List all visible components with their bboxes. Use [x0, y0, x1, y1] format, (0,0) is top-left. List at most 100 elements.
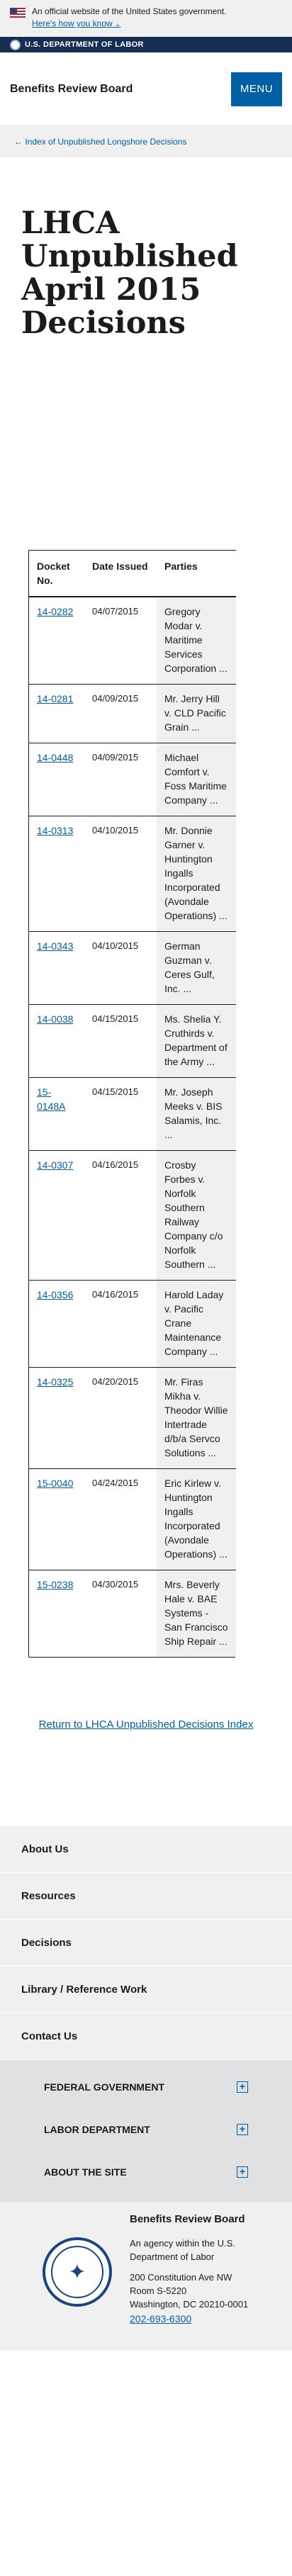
plus-icon: + [237, 2166, 248, 2178]
docket-link[interactable]: 14-0343 [37, 940, 73, 952]
table-row: 14-0325 04/20/2015 Mr. Firas Mikha v. Th… [29, 1367, 236, 1469]
footer-nav-resources[interactable]: Resources [0, 1873, 292, 1920]
date-cell: 04/16/2015 [84, 1280, 157, 1368]
docket-cell: 14-0356 [29, 1280, 84, 1368]
agency-bar: U.S. DEPARTMENT OF LABOR [0, 37, 292, 52]
footer-address-1: 200 Constitution Ave NW [130, 2272, 232, 2283]
parties-cell: Mrs. Beverly Hale v. BAE Systems - San F… [157, 1570, 236, 1657]
accordion-label: ABOUT THE SITE [44, 2166, 127, 2178]
table-row: 14-0281 04/09/2015 Mr. Jerry Hill v. CLD… [29, 684, 236, 743]
breadcrumb: ← Index of Unpublished Longshore Decisio… [0, 126, 292, 157]
return-to-index-link[interactable]: Return to LHCA Unpublished Decisions Ind… [39, 1719, 254, 1731]
footer-nav: About Us Resources Decisions Library / R… [0, 1826, 292, 2060]
docket-link[interactable]: 14-0307 [37, 1159, 73, 1171]
heres-how-you-know-label: Here's how you know [32, 18, 113, 28]
arrow-left-icon: ← [14, 137, 23, 147]
footer-nav-contact-us[interactable]: Contact Us [0, 2013, 292, 2060]
date-cell: 04/09/2015 [84, 743, 157, 816]
footer-gap [130, 2263, 264, 2271]
accordion-federal-government[interactable]: FEDERAL GOVERNMENT + [0, 2066, 292, 2108]
chevron-down-icon: ⌄ [115, 21, 121, 28]
gov-banner: An official website of the United States… [0, 0, 292, 37]
col-header-date: Date Issued [84, 550, 157, 597]
parties-cell: Crosby Forbes v. Norfolk Southern Railwa… [157, 1150, 236, 1281]
table-row: 14-0307 04/16/2015 Crosby Forbes v. Norf… [29, 1150, 236, 1281]
docket-cell: 15-0040 [29, 1468, 84, 1570]
parties-cell: Harold Laday v. Pacific Crane Maintenanc… [157, 1280, 236, 1368]
docket-link[interactable]: 14-0356 [37, 1289, 73, 1300]
table-row: 14-0343 04/10/2015 German Guzman v. Cere… [29, 931, 236, 1005]
breadcrumb-back-link[interactable]: ← Index of Unpublished Longshore Decisio… [14, 137, 187, 147]
date-cell: 04/09/2015 [84, 684, 157, 743]
site-title[interactable]: Benefits Review Board [10, 83, 133, 96]
docket-link[interactable]: 14-0325 [37, 1376, 73, 1388]
footer-nav-decisions[interactable]: Decisions [0, 1920, 292, 1967]
date-cell: 04/20/2015 [84, 1367, 157, 1469]
docket-cell: 14-0343 [29, 931, 84, 1005]
date-cell: 04/10/2015 [84, 816, 157, 932]
footer-nav-library[interactable]: Library / Reference Work [0, 1967, 292, 2013]
parties-cell: Mr. Donnie Garner v. Huntington Ingalls … [157, 816, 236, 932]
accordion-about-the-site[interactable]: ABOUT THE SITE + [0, 2151, 292, 2193]
docket-cell: 14-0325 [29, 1367, 84, 1469]
docket-link[interactable]: 15-0148A [37, 1086, 65, 1112]
site-header: Benefits Review Board MENU [0, 52, 292, 126]
footer-title: Benefits Review Board [130, 2213, 245, 2225]
menu-button[interactable]: MENU [231, 72, 282, 106]
docket-link[interactable]: 14-0313 [37, 825, 73, 836]
accordion-labor-department[interactable]: LABOR DEPARTMENT + [0, 2108, 292, 2151]
decisions-table-wrap: Docket No. Date Issued Parties 14-0282 0… [28, 550, 236, 1658]
decisions-table: Docket No. Date Issued Parties 14-0282 0… [29, 550, 236, 1657]
docket-link[interactable]: 15-0238 [37, 1579, 73, 1590]
docket-cell: 14-0281 [29, 684, 84, 743]
table-row: 14-0313 04/10/2015 Mr. Donnie Garner v. … [29, 816, 236, 932]
parties-cell: Ms. Shelia Y. Cruthirds v. Department of… [157, 1004, 236, 1078]
dol-seal-icon[interactable]: ✦ [43, 2237, 112, 2307]
docket-link[interactable]: 15-0040 [37, 1478, 73, 1489]
footer-contact: Benefits Review Board An agency within t… [130, 2213, 264, 2351]
date-cell: 04/07/2015 [84, 597, 157, 685]
breadcrumb-label: Index of Unpublished Longshore Decisions [25, 137, 187, 147]
date-cell: 04/16/2015 [84, 1150, 157, 1281]
footer-nav-about-us[interactable]: About Us [0, 1826, 292, 1873]
agency-name[interactable]: U.S. DEPARTMENT OF LABOR [25, 40, 144, 49]
date-cell: 04/24/2015 [84, 1468, 157, 1570]
table-row: 14-0356 04/16/2015 Harold Laday v. Pacif… [29, 1280, 236, 1368]
date-cell: 04/30/2015 [92, 1579, 139, 1590]
parties-cell: Mr. Firas Mikha v. Theodor Willie Intert… [157, 1367, 236, 1469]
docket-link[interactable]: 14-0281 [37, 693, 73, 704]
footer-info: ✦ Benefits Review Board An agency within… [0, 2202, 292, 2351]
docket-link[interactable]: 14-0282 [37, 606, 73, 617]
gov-banner-text: An official website of the United States… [32, 6, 227, 16]
parties-cell: Mr. Jerry Hill v. CLD Pacific Grain ... [157, 684, 236, 743]
col-header-docket: Docket No. [29, 550, 84, 597]
footer-agency-line: An agency within the U.S. Department of … [130, 2238, 235, 2262]
footer-address-2: Room S-5220 [130, 2285, 187, 2296]
footer-phone-link[interactable]: 202-693-6300 [130, 2313, 264, 2324]
docket-cell: 14-0307 [29, 1150, 84, 1281]
date-cell: 04/15/2015 [84, 1077, 157, 1151]
heres-how-you-know-link[interactable]: Here's how you know ⌄ [32, 18, 227, 30]
parties-cell: Eric Kirlew v. Huntington Ingalls Incorp… [157, 1468, 236, 1570]
us-flag-icon [10, 8, 26, 18]
accordion-label: LABOR DEPARTMENT [44, 2124, 150, 2135]
eagle-icon: ✦ [68, 2260, 86, 2284]
docket-link[interactable]: 14-0448 [37, 752, 73, 763]
docket-cell: 14-0448 [29, 743, 84, 816]
parties-cell: Mr. Joseph Meeks v. BIS Salamis, Inc. ..… [157, 1077, 236, 1151]
table-row: 14-0448 04/09/2015 Michael Comfort v. Fo… [29, 743, 236, 816]
table-row: 14-0038 04/15/2015 Ms. Shelia Y. Cruthir… [29, 1004, 236, 1078]
federal-accordion: FEDERAL GOVERNMENT + LABOR DEPARTMENT + … [0, 2060, 292, 2202]
table-row: 15-0148A 04/15/2015 Mr. Joseph Meeks v. … [29, 1077, 236, 1151]
docket-cell: 14-0282 [29, 597, 84, 685]
col-header-parties: Parties [157, 550, 236, 597]
plus-icon: + [237, 2081, 248, 2093]
table-row: 15-0040 04/24/2015 Eric Kirlew v. Huntin… [29, 1468, 236, 1570]
plus-icon: + [237, 2124, 248, 2135]
docket-link[interactable]: 14-0038 [37, 1013, 73, 1025]
docket-cell: 14-0038 [29, 1004, 84, 1078]
date-cell: 04/15/2015 [84, 1004, 157, 1078]
table-header-row: Docket No. Date Issued Parties [29, 550, 236, 597]
date-cell: 04/10/2015 [84, 931, 157, 1005]
docket-cell: 15-0238 [29, 1570, 84, 1658]
